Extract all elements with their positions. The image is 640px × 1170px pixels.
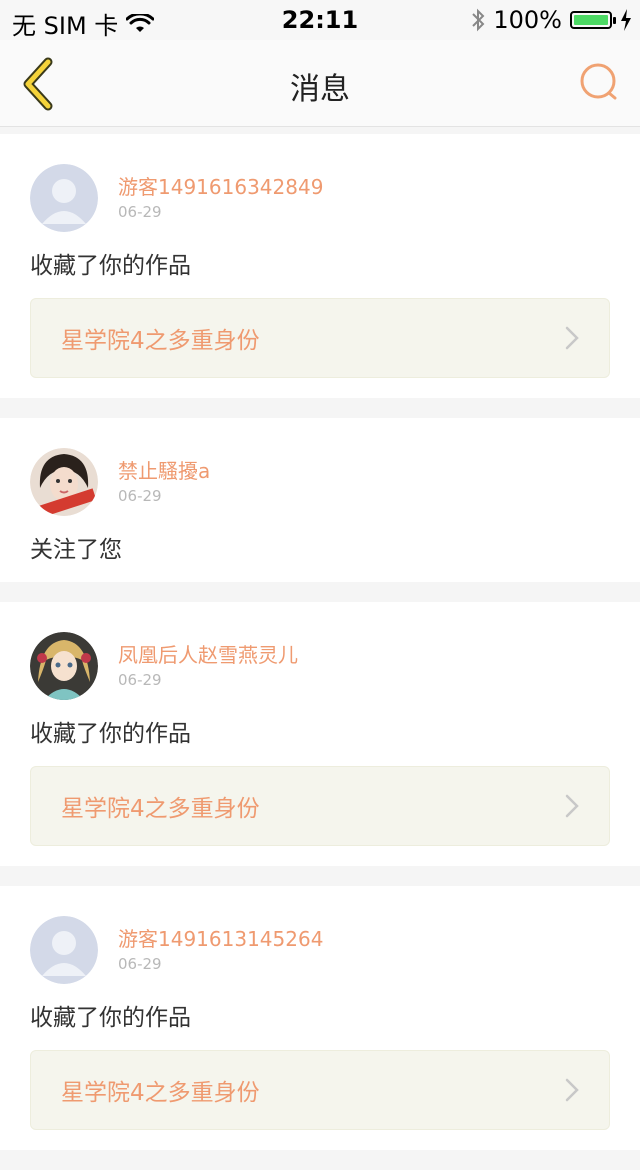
message-action: 收藏了你的作品	[30, 1005, 191, 1031]
battery-percent: 100%	[493, 6, 562, 34]
message-header: 游客1491616342849 06-29	[30, 164, 610, 232]
default-avatar-icon	[30, 916, 98, 984]
message-card: 游客1491616342849 06-29 收藏了你的作品 星学院4之多重身份	[0, 134, 640, 398]
message-card: 游客1491613145264 06-29 收藏了你的作品 星学院4之多重身份	[0, 886, 640, 1150]
message-action: 收藏了你的作品	[30, 253, 191, 279]
username[interactable]: 游客1491616342849	[118, 174, 323, 200]
search-icon	[580, 63, 617, 100]
charging-icon	[621, 9, 631, 31]
work-link[interactable]: 星学院4之多重身份	[30, 298, 610, 378]
chevron-right-icon	[565, 794, 579, 818]
bluetooth-icon	[472, 8, 485, 32]
work-title: 星学院4之多重身份	[61, 1080, 260, 1106]
nav-bar: 消息	[0, 40, 640, 127]
battery-icon	[570, 11, 616, 29]
work-link[interactable]: 星学院4之多重身份	[30, 1050, 610, 1130]
work-link[interactable]: 星学院4之多重身份	[30, 766, 610, 846]
message-card: 禁止騷擾a 06-29 关注了您	[0, 418, 640, 582]
message-date: 06-29	[118, 487, 162, 505]
user-photo-avatar	[30, 448, 98, 516]
status-right: 100%	[471, 6, 632, 34]
chevron-right-icon	[565, 1078, 579, 1102]
message-meta: 游客1491613145264 06-29	[118, 926, 323, 974]
username[interactable]: 凤凰后人赵雪燕灵儿	[118, 642, 298, 668]
avatar[interactable]	[30, 916, 98, 984]
status-bar: 无 SIM 卡 22:11 100%	[0, 0, 640, 40]
message-action: 关注了您	[30, 537, 122, 563]
avatar[interactable]	[30, 632, 98, 700]
message-meta: 禁止騷擾a 06-29	[118, 458, 210, 506]
avatar[interactable]	[30, 448, 98, 516]
chevron-right-icon	[565, 326, 579, 350]
message-list: 游客1491616342849 06-29 收藏了你的作品 星学院4之多重身份	[0, 134, 640, 1170]
message-header: 游客1491613145264 06-29	[30, 916, 610, 984]
username[interactable]: 禁止騷擾a	[118, 458, 210, 484]
avatar[interactable]	[30, 164, 98, 232]
anime-avatar	[30, 632, 98, 700]
message-date: 06-29	[118, 955, 162, 973]
message-meta: 游客1491616342849 06-29	[118, 174, 323, 222]
work-title: 星学院4之多重身份	[61, 328, 260, 354]
message-date: 06-29	[118, 203, 162, 221]
message-header: 禁止騷擾a 06-29	[30, 448, 610, 516]
message-action: 收藏了你的作品	[30, 721, 191, 747]
search-button[interactable]	[578, 60, 622, 104]
message-header: 凤凰后人赵雪燕灵儿 06-29	[30, 632, 610, 700]
username[interactable]: 游客1491613145264	[118, 926, 323, 952]
work-title: 星学院4之多重身份	[61, 796, 260, 822]
page-title: 消息	[290, 72, 350, 107]
message-date: 06-29	[118, 671, 162, 689]
default-avatar-icon	[30, 164, 98, 232]
message-meta: 凤凰后人赵雪燕灵儿 06-29	[118, 642, 298, 690]
message-card: 凤凰后人赵雪燕灵儿 06-29 收藏了你的作品 星学院4之多重身份	[0, 602, 640, 866]
